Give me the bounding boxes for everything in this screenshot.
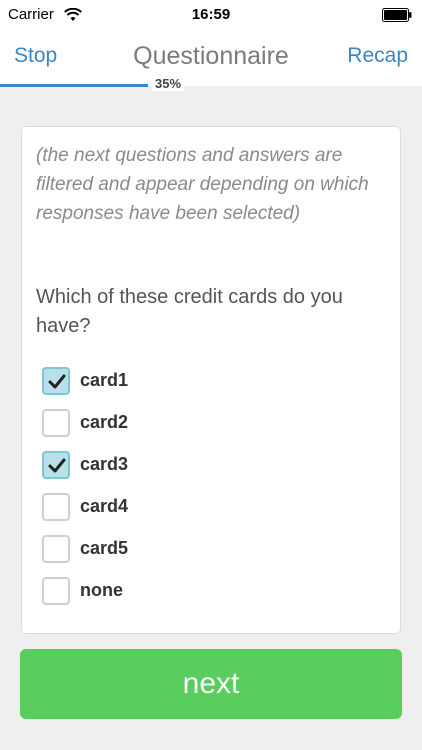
option-none[interactable]: none	[42, 577, 382, 619]
option-card4[interactable]: card4	[42, 493, 382, 535]
next-button[interactable]: next	[20, 649, 402, 719]
progress-fill	[0, 84, 148, 87]
option-label: card5	[80, 538, 129, 558]
checkbox[interactable]	[42, 367, 70, 395]
options-list: card1 card2 card3 card4 card5 none	[42, 367, 382, 619]
checkbox[interactable]	[42, 535, 70, 563]
nav-bar: Stop Questionnaire Recap	[0, 36, 422, 80]
option-card1[interactable]: card1	[42, 367, 382, 409]
progress-bar: 35%	[0, 76, 422, 91]
option-label: card1	[80, 370, 129, 390]
option-card3[interactable]: card3	[42, 451, 382, 493]
top-bar: Carrier 16:59 Stop Questionnaire Recap 3…	[0, 0, 422, 91]
checkbox[interactable]	[42, 409, 70, 437]
checkbox[interactable]	[42, 451, 70, 479]
option-label: card4	[80, 496, 129, 516]
filter-note: (the next questions and answers are filt…	[36, 145, 369, 224]
question-text: Which of these credit cards do you have?	[36, 286, 343, 337]
option-label: none	[80, 580, 123, 600]
checkbox[interactable]	[42, 493, 70, 521]
battery-icon	[382, 8, 412, 22]
option-label: card2	[80, 412, 129, 432]
progress-label: 35%	[152, 76, 185, 91]
checkmark-icon	[48, 458, 66, 473]
option-label: card3	[80, 454, 129, 474]
status-bar: Carrier 16:59	[0, 0, 422, 30]
recap-button[interactable]: Recap	[347, 44, 408, 68]
option-card5[interactable]: card5	[42, 535, 382, 577]
option-card2[interactable]: card2	[42, 409, 382, 451]
checkmark-icon	[48, 374, 66, 389]
checkbox[interactable]	[42, 577, 70, 605]
status-time: 16:59	[191, 6, 231, 23]
question-card: (the next questions and answers are filt…	[21, 126, 401, 634]
